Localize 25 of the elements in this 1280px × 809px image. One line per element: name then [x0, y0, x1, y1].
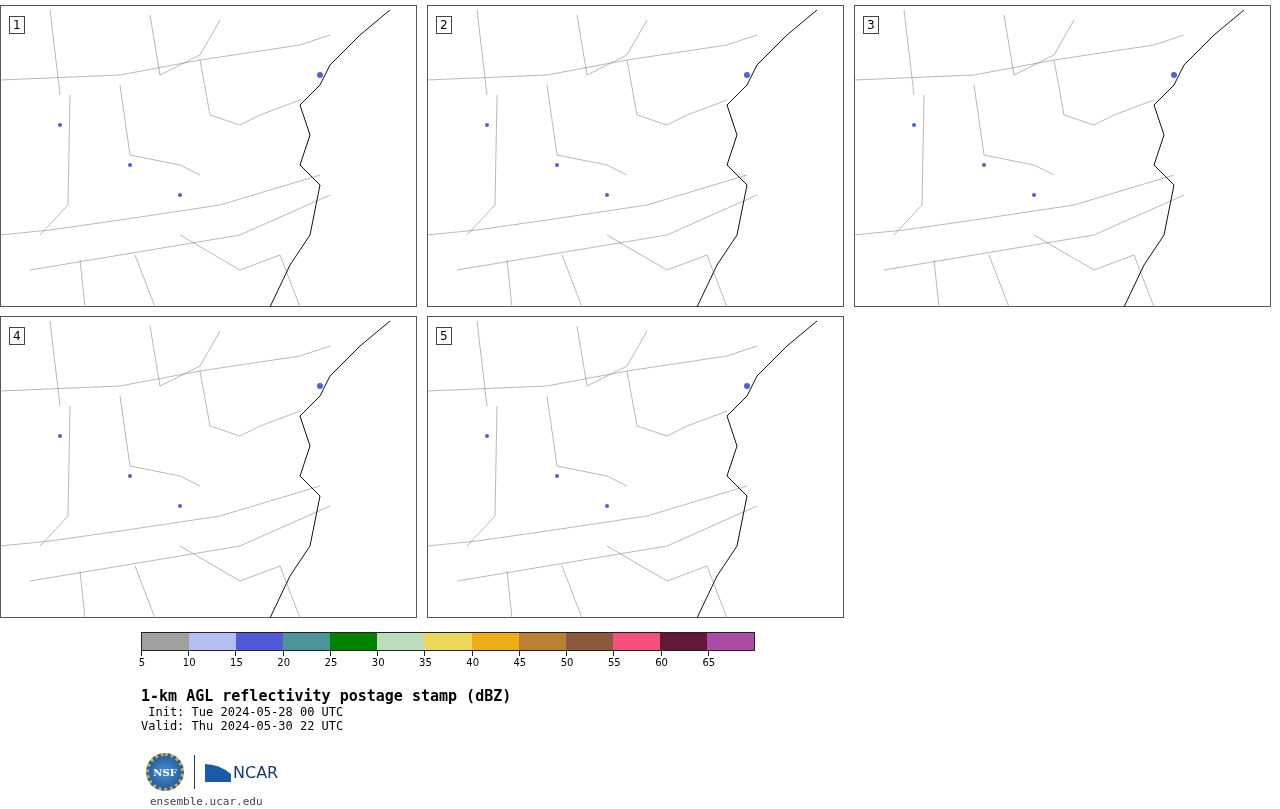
tick-label: 35: [419, 657, 432, 668]
valid-time: Valid: Thu 2024-05-30 22 UTC: [141, 719, 345, 733]
tick-label: 5: [138, 657, 146, 668]
tick-label: 10: [182, 657, 196, 668]
tick-label: 30: [371, 657, 385, 668]
tick-label: 40: [466, 657, 479, 668]
website-url: ensemble.ucar.edu: [150, 795, 264, 808]
tick-label: 20: [277, 657, 291, 668]
tick-label: 50: [560, 657, 574, 668]
tick-label: 60: [655, 657, 668, 668]
nsf-seal-logo: NSF: [146, 753, 184, 791]
ncar-logo-text: NCAR: [233, 762, 279, 782]
swoosh-logo-icon: [205, 762, 231, 782]
tick-label: 45: [513, 657, 527, 668]
chart-title: 1-km AGL reflectivity postage stamp (dBZ): [141, 687, 513, 705]
init-time: Init: Tue 2024-05-28 00 UTC: [147, 705, 345, 719]
map-number: 3: [863, 16, 879, 34]
tick-label: 25: [324, 657, 338, 668]
map-number: 2: [436, 16, 452, 34]
map-number: 5: [436, 327, 452, 345]
tick-label: 55: [608, 657, 621, 668]
tick-label: 15: [230, 657, 243, 668]
map-number: 4: [9, 327, 25, 345]
tick-label: 65: [702, 657, 716, 668]
map-number: 1: [9, 16, 25, 34]
